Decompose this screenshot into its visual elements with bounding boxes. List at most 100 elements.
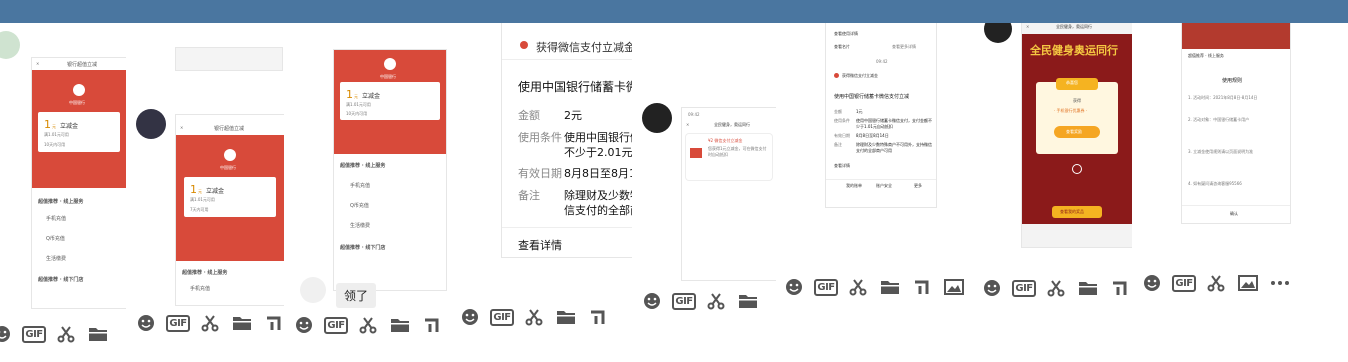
folder-icon[interactable] [86, 322, 110, 346]
rule-text: 2. 活动对象：中国银行储蓄卡用户 [1188, 117, 1250, 122]
emoji-icon[interactable] [640, 289, 664, 313]
avatar[interactable] [0, 31, 20, 59]
screenshot-image[interactable]: 查看使用详情 查看名片 查看更多详情 09:42 获得微信支付立减金 使用中国银… [826, 23, 936, 207]
screenshot-icon[interactable] [420, 313, 444, 337]
field-value: 使用中国银行储蓄卡微信支付，支付金额不少于1.01元自动抵扣 [856, 118, 932, 129]
coupon-validity: 7天内可用 [190, 207, 209, 212]
coupon-name: 立减金 [206, 188, 225, 195]
field-value: 不少于2.01元目 [564, 146, 632, 159]
emoji-icon[interactable] [1140, 271, 1164, 295]
button-label: 查看奖励 [1066, 129, 1082, 134]
gif-icon[interactable]: GIF [166, 311, 190, 335]
page-title: 全民健身，奥运同行 [714, 122, 750, 127]
field-value: 8月8日至8月14 [564, 167, 632, 180]
scissors-icon[interactable] [356, 313, 380, 337]
bank-logo-icon [73, 84, 85, 96]
tab-more: 更多 [914, 183, 922, 188]
scissors-icon[interactable] [1044, 276, 1068, 300]
gif-icon[interactable]: GIF [22, 322, 46, 346]
screenshot-icon[interactable] [1108, 276, 1132, 300]
field-label: 金额 [518, 109, 540, 122]
folder-icon[interactable] [230, 311, 254, 335]
emoji-icon[interactable] [782, 275, 806, 299]
screenshot-image[interactable]: ✕ 银行超值立减 中国银行 1 元 立减金 满1.01元可用 7天内可用 超值推… [176, 115, 284, 305]
screenshot-icon[interactable] [586, 305, 610, 329]
emoji-icon[interactable] [134, 311, 158, 335]
bank-name: 中国银行 [380, 74, 396, 79]
menu-row: 查看使用详情 [834, 31, 858, 36]
chat-toolbar: GIF [640, 289, 760, 313]
chat-panel-3: 中国银行 1 元 立减金 满1.01元可用 10天内可用 超值推荐 · 线上服务… [284, 23, 450, 362]
screenshot-image[interactable]: 超值推荐 · 线上服务 使用规则 1. 活动时间：2021年8月8日-8月14日… [1182, 23, 1290, 223]
more-icon[interactable] [1268, 271, 1292, 295]
screenshot-image[interactable] [176, 48, 282, 70]
confirm-button: 确认 [1230, 211, 1238, 216]
folder-icon[interactable] [878, 275, 902, 299]
chat-toolbar: GIF [1140, 271, 1292, 295]
scissors-icon[interactable] [846, 275, 870, 299]
coupon-amount: 1 [190, 183, 197, 196]
gif-icon[interactable]: GIF [1012, 276, 1036, 300]
close-icon: ✕ [180, 125, 184, 130]
folder-icon[interactable] [388, 313, 412, 337]
screenshot-image[interactable]: ✕ 全民健身，奥运同行 全民健身奥运同行 恭喜您 获得 · 手机银行优惠券 · … [1022, 23, 1132, 247]
scissors-icon[interactable] [198, 311, 222, 335]
chat-toolbar: GIF [0, 322, 110, 346]
view-details-link[interactable]: 查看详情 [518, 237, 562, 253]
screenshot-image[interactable]: ✕ 银行超值立减 中国银行 1 元 立减金 满1.01元可用 10天内可用 超值… [32, 58, 126, 308]
screenshot-icon[interactable] [262, 311, 284, 335]
dialog-text: · 手机银行优惠券 · [1054, 108, 1088, 113]
message-title: ¥2 微信支付立减金 [708, 138, 743, 143]
folder-icon[interactable] [554, 305, 578, 329]
screenshot-image[interactable]: 获得微信支付立减金 使用中国银行储蓄卡微信 金额 2元 使用条件 使用中国银行储… [502, 23, 632, 257]
coupon-unit: 元 [198, 189, 202, 194]
screenshot-image[interactable]: 09:42 ✕ 全民健身，奥运同行 ¥2 微信支付立减金 您获得1元立减金，可在… [682, 108, 776, 280]
field-value: 除理财及少数特 [564, 189, 632, 202]
message-bubble[interactable]: 领了 [336, 283, 377, 308]
folder-icon[interactable] [1076, 276, 1100, 300]
bank-logo-icon [224, 149, 236, 161]
image-icon[interactable] [1236, 271, 1260, 295]
chat-panel-8: 超值推荐 · 线上服务 使用规则 1. 活动时间：2021年8月8日-8月14日… [1132, 23, 1348, 362]
emoji-icon[interactable] [458, 305, 482, 329]
avatar[interactable] [642, 103, 672, 133]
chat-panel-2: ✕ 银行超值立减 中国银行 1 元 立减金 满1.01元可用 7天内可用 超值推… [126, 23, 284, 362]
field-label: 金额 [834, 109, 842, 114]
scissors-icon[interactable] [522, 305, 546, 329]
scissors-icon[interactable] [54, 322, 78, 346]
field-label: 使用条件 [834, 118, 850, 123]
scissors-icon[interactable] [704, 289, 728, 313]
gif-icon[interactable]: GIF [324, 313, 348, 337]
emoji-icon[interactable] [980, 276, 1004, 300]
message-card: ¥2 微信支付立减金 您获得1元立减金，可在微信支付时自动抵扣 [686, 134, 772, 180]
my-prizes-button: 查看我的奖品 [1052, 206, 1102, 218]
chat-toolbar: GIF [134, 311, 284, 335]
coupon-card: 1 元 立减金 满1.01元可用 7天内可用 [184, 177, 276, 217]
field-label: 备注 [518, 189, 540, 202]
avatar[interactable] [300, 277, 326, 303]
coupon-condition: 满1.01元可用 [346, 102, 371, 107]
screenshot-icon[interactable] [910, 275, 934, 299]
red-banner: 中国银行 1 元 立减金 满1.01元可用 10天内可用 [32, 70, 126, 188]
avatar[interactable] [984, 23, 1012, 43]
emoji-icon[interactable] [0, 322, 14, 346]
gif-icon[interactable]: GIF [672, 289, 696, 313]
gif-icon[interactable]: GIF [490, 305, 514, 329]
gif-icon[interactable]: GIF [814, 275, 838, 299]
folder-icon[interactable] [736, 289, 760, 313]
emoji-icon[interactable] [292, 313, 316, 337]
rule-text: 1. 活动时间：2021年8月8日-8月14日 [1188, 95, 1258, 100]
screenshot-image[interactable]: 中国银行 1 元 立减金 满1.01元可用 10天内可用 超值推荐 · 线上服务… [334, 50, 446, 290]
list-item: 手机充值 [46, 216, 67, 222]
scissors-icon[interactable] [1204, 271, 1228, 295]
chat-toolbar: GIF [782, 275, 966, 299]
notice-title: 使用中国银行储蓄卡微信支付立减 [834, 94, 910, 100]
field-label: 有效日期 [834, 133, 850, 138]
close-icon: ✕ [686, 122, 690, 127]
field-label: 备注 [834, 142, 842, 147]
image-icon[interactable] [942, 275, 966, 299]
gif-icon[interactable]: GIF [1172, 271, 1196, 295]
avatar[interactable] [136, 109, 166, 139]
list-item: Q币充值 [350, 203, 369, 209]
coupon-unit: 元 [52, 124, 56, 129]
